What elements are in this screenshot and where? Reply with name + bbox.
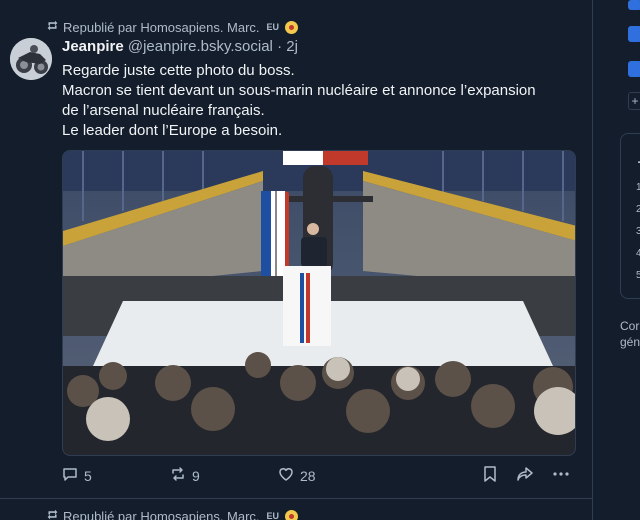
bookmark-button[interactable] <box>483 466 497 485</box>
post-image[interactable] <box>62 150 576 456</box>
sidebar-footer-text: Cor gén <box>620 318 640 350</box>
post-text-line: Macron se tient devant un sous-marin nuc… <box>62 82 536 99</box>
repost-icon <box>46 508 59 520</box>
repost-label: Republié par Homosapiens. Marc. <box>63 19 260 35</box>
sidebar-feed-icon[interactable] <box>628 26 640 42</box>
post-header: Jeanpire @jeanpire.bsky.social · 2j <box>62 38 298 55</box>
trend-number[interactable]: 2 <box>636 204 640 215</box>
trend-number[interactable]: 5 <box>636 270 640 281</box>
trend-number[interactable]: 4 <box>636 248 640 259</box>
repost-action-icon <box>170 466 186 485</box>
sidebar-heart-feed-icon[interactable] <box>628 61 640 77</box>
post-text: Regarde juste cette photo du boss. Macro… <box>62 61 582 141</box>
more-icon <box>552 466 570 485</box>
repost-count: 9 <box>192 467 200 484</box>
heart-icon <box>278 466 294 485</box>
like-button[interactable]: 28 <box>278 466 316 485</box>
author-name[interactable]: Jeanpire <box>62 38 124 55</box>
avatar[interactable] <box>10 38 52 80</box>
more-options-button[interactable] <box>552 466 570 485</box>
sidebar-feed-icon[interactable] <box>628 0 640 10</box>
reply-count: 5 <box>84 467 92 484</box>
sidebar-footer-line: gén <box>620 335 640 349</box>
post-time[interactable]: · 2j <box>277 38 298 55</box>
post-text-line: Le leader dont l’Europe a besoin. <box>62 122 283 139</box>
reply-button[interactable]: 5 <box>62 466 92 485</box>
add-feed-button[interactable]: + <box>628 92 640 110</box>
post-divider <box>0 498 593 499</box>
like-count: 28 <box>300 467 316 484</box>
repost-badge: EU <box>266 511 280 520</box>
post-text-line: de l’arsenal nucléaire français. <box>62 102 265 119</box>
post-text-line: Regarde juste cette photo du boss. <box>62 62 295 79</box>
repost-button[interactable]: 9 <box>170 466 200 485</box>
bookmark-icon <box>483 466 497 485</box>
feed-column: Republié par Homosapiens. Marc. EU Jeanp… <box>0 0 593 520</box>
share-icon <box>516 466 534 485</box>
post-actions: 5 9 28 <box>62 466 576 490</box>
nuclear-emoji-icon <box>285 20 299 34</box>
author-handle[interactable]: @jeanpire.bsky.social <box>128 38 273 55</box>
sidebar-footer-line: Cor <box>620 319 640 333</box>
nuclear-emoji-icon <box>285 509 299 520</box>
share-button[interactable] <box>516 466 534 485</box>
repost-badge: EU <box>266 22 280 32</box>
trend-number[interactable]: 3 <box>636 226 640 237</box>
repost-label: Republié par Homosapiens. Marc. <box>63 508 260 520</box>
trend-number[interactable]: 1 <box>636 182 640 193</box>
repost-icon <box>46 19 59 35</box>
reply-icon <box>62 466 78 485</box>
repost-indicator[interactable]: Republié par Homosapiens. Marc. EU <box>46 508 299 520</box>
repost-indicator[interactable]: Republié par Homosapiens. Marc. EU <box>46 19 299 35</box>
